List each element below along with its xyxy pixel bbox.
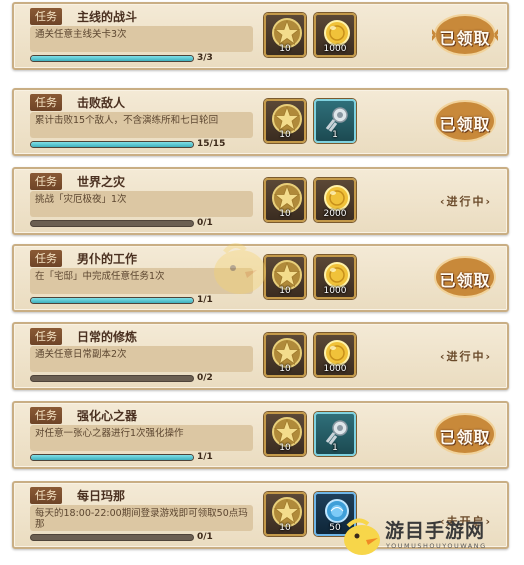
reward-quantity: 10	[279, 364, 291, 374]
task-description: 每天的18:00-22:00期间登录游戏即可领取50点玛那	[30, 505, 253, 531]
site-logo: 游目手游网 YOUMUSHOUYOUWANG	[340, 512, 520, 562]
task-card: 任务 强化心之器 对任意一张心之器进行1次强化操作 1/1 10 1 已领取	[12, 401, 509, 469]
task-progress-text: 15/15	[197, 139, 226, 149]
task-tag: 任务	[30, 173, 62, 190]
task-description: 对任意一张心之器进行1次强化操作	[30, 425, 253, 451]
task-title: 男仆的工作	[77, 252, 138, 266]
reward-slot[interactable]: 1000	[314, 255, 356, 299]
reward-slot[interactable]: 10	[264, 412, 306, 456]
task-progress-bar	[30, 375, 194, 382]
reward-slot[interactable]: 1	[314, 412, 356, 456]
task-description: 挑战「灾厄极夜」1次	[30, 191, 253, 217]
reward-quantity: 10	[279, 443, 291, 453]
task-progress-bar	[30, 297, 194, 304]
progress-fill	[31, 56, 193, 61]
task-progress-text: 0/1	[197, 532, 213, 542]
reward-quantity: 2000	[323, 209, 347, 219]
task-progress-bar	[30, 534, 194, 541]
task-description: 通关任意主线关卡3次	[30, 26, 253, 52]
task-progress-bar	[30, 454, 194, 461]
task-title: 世界之灾	[77, 175, 126, 189]
task-tag: 任务	[30, 250, 62, 267]
task-title: 日常的修炼	[77, 330, 138, 344]
task-title: 强化心之器	[77, 409, 138, 423]
task-card: 任务 主线的战斗 通关任意主线关卡3次 3/3 10 1000 已领取	[12, 2, 509, 70]
reward-slot[interactable]: 1	[314, 99, 356, 143]
task-card: 任务 日常的修炼 通关任意日常副本2次 0/2 10 1000 ‹进行中›	[12, 322, 509, 390]
task-progress-bar	[30, 55, 194, 62]
reward-slot[interactable]: 2000	[314, 178, 356, 222]
task-progress-text: 0/1	[197, 218, 213, 228]
task-title: 每日玛那	[77, 489, 126, 503]
progress-fill	[31, 142, 193, 147]
reward-slot[interactable]: 1000	[314, 333, 356, 377]
claimed-stamp: 已领取	[432, 411, 498, 457]
status-label: 已领取	[439, 428, 491, 447]
task-tag: 任务	[30, 407, 62, 424]
brand-subtitle: YOUMUSHOUYOUWANG	[386, 542, 487, 550]
reward-quantity: 1	[332, 443, 338, 453]
task-progress-bar	[30, 220, 194, 227]
reward-slot[interactable]: 10	[264, 178, 306, 222]
task-description: 累计击败15个敌人，不含演练所和七日轮回	[30, 112, 253, 138]
status-label: 已领取	[439, 29, 491, 48]
claimed-stamp: 已领取	[432, 12, 498, 58]
task-card: 任务 世界之灾 挑战「灾厄极夜」1次 0/1 10 2000 ‹进行中›	[12, 167, 509, 235]
progress-fill	[31, 298, 193, 303]
reward-quantity: 1	[332, 130, 338, 140]
reward-quantity: 10	[279, 209, 291, 219]
status-in-progress: ‹进行中›	[439, 350, 493, 363]
reward-quantity: 1000	[323, 364, 347, 374]
task-progress-bar	[30, 141, 194, 148]
reward-quantity: 1000	[323, 286, 347, 296]
status-label: 进行中	[446, 350, 486, 363]
claimed-stamp: 已领取	[432, 254, 498, 300]
reward-quantity: 1000	[323, 44, 347, 54]
status-label: 已领取	[439, 115, 491, 134]
task-title: 主线的战斗	[77, 10, 138, 24]
reward-slot[interactable]: 10	[264, 492, 306, 536]
status-in-progress: ‹进行中›	[439, 195, 493, 208]
task-card: 任务 击败敌人 累计击败15个敌人，不含演练所和七日轮回 15/15 10 1 …	[12, 88, 509, 156]
status-label: 已领取	[439, 271, 491, 290]
task-progress-text: 0/2	[197, 373, 213, 383]
reward-slot[interactable]: 10	[264, 333, 306, 377]
brand-name: 游目手游网	[385, 520, 486, 542]
task-description: 通关任意日常副本2次	[30, 346, 253, 372]
reward-quantity: 10	[279, 130, 291, 140]
task-tag: 任务	[30, 8, 62, 25]
task-tag: 任务	[30, 487, 62, 504]
task-progress-text: 3/3	[197, 53, 213, 63]
reward-quantity: 10	[279, 44, 291, 54]
status-label: 进行中	[446, 195, 486, 208]
progress-fill	[31, 455, 193, 460]
task-tag: 任务	[30, 328, 62, 345]
task-list: 任务 主线的战斗 通关任意主线关卡3次 3/3 10 1000 已领取 任务 击…	[0, 0, 524, 565]
reward-quantity: 10	[279, 523, 291, 533]
reward-slot[interactable]: 10	[264, 99, 306, 143]
reward-slot[interactable]: 10	[264, 13, 306, 57]
mascot-watermark-icon	[214, 243, 266, 294]
claimed-stamp: 已领取	[432, 98, 498, 144]
duck-logo-icon	[344, 518, 380, 555]
task-title: 击败敌人	[77, 96, 126, 110]
task-progress-text: 1/1	[197, 452, 213, 462]
reward-slot[interactable]: 1000	[314, 13, 356, 57]
task-tag: 任务	[30, 94, 62, 111]
